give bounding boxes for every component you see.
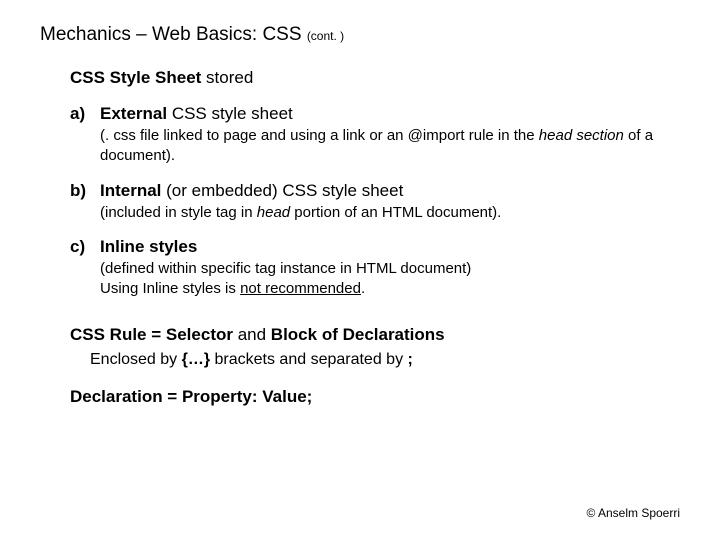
item-a-desc: (. css file linked to page and using a l… <box>100 126 680 167</box>
item-a-label: External CSS style sheet <box>100 104 680 124</box>
item-c-marker: c) <box>70 237 100 257</box>
item-c-row: c) Inline styles (defined within specifi… <box>70 237 680 300</box>
footer-copyright: © Anselm Spoerri <box>586 506 680 520</box>
list-item-a: a) External CSS style sheet (. css file … <box>70 104 680 167</box>
item-b-label-bold: Internal <box>100 181 161 200</box>
subheading-bold: CSS Style Sheet <box>70 68 201 87</box>
item-a-label-rest: CSS style sheet <box>167 104 293 123</box>
slide-page: Mechanics – Web Basics: CSS (cont. ) CSS… <box>0 0 720 540</box>
slide-title: Mechanics – Web Basics: CSS (cont. ) <box>40 24 680 46</box>
item-b-row: b) Internal (or embedded) CSS style shee… <box>70 181 680 223</box>
item-b-desc-italic: head <box>257 204 290 221</box>
item-b-desc-pre: (included in style tag in <box>100 204 257 221</box>
rule-line2-mid: brackets and separated by <box>210 351 407 368</box>
rule-line1-bold1: CSS Rule = Selector <box>70 325 233 344</box>
item-c-desc: (defined within specific tag instance in… <box>100 259 680 300</box>
rule-line1-mid: and <box>233 325 271 344</box>
declaration-line: Declaration = Property: Value; <box>70 387 680 407</box>
item-c-body: Inline styles (defined within specific t… <box>100 237 680 300</box>
item-b-desc-post: portion of an HTML document). <box>290 204 501 221</box>
item-a-row: a) External CSS style sheet (. css file … <box>70 104 680 167</box>
content-section: CSS Style Sheet stored a) External CSS s… <box>70 68 680 407</box>
title-main: Mechanics – Web Basics: CSS <box>40 24 302 45</box>
title-cont: (cont. ) <box>307 29 344 43</box>
rule-line2-pre: Enclosed by <box>90 351 182 368</box>
item-b-body: Internal (or embedded) CSS style sheet (… <box>100 181 680 223</box>
rule-line1: CSS Rule = Selector and Block of Declara… <box>70 325 680 345</box>
css-rule-block: CSS Rule = Selector and Block of Declara… <box>70 325 680 369</box>
item-c-desc-underline: not recommended <box>240 280 361 297</box>
item-c-label-bold: Inline styles <box>100 237 197 256</box>
item-a-marker: a) <box>70 104 100 124</box>
rule-line2: Enclosed by {…} brackets and separated b… <box>90 351 680 369</box>
list-item-c: c) Inline styles (defined within specifi… <box>70 237 680 300</box>
item-b-marker: b) <box>70 181 100 201</box>
item-c-desc-line1: (defined within specific tag instance in… <box>100 260 471 277</box>
item-b-label-rest: (or embedded) CSS style sheet <box>161 181 403 200</box>
rule-line1-bold2: Block of Declarations <box>271 325 445 344</box>
item-b-label: Internal (or embedded) CSS style sheet <box>100 181 680 201</box>
subheading-rest: stored <box>201 68 253 87</box>
item-c-desc-end: . <box>361 280 365 297</box>
item-a-body: External CSS style sheet (. css file lin… <box>100 104 680 167</box>
rule-line2-b1: {…} <box>182 351 210 368</box>
item-c-label: Inline styles <box>100 237 680 257</box>
item-b-desc: (included in style tag in head portion o… <box>100 203 680 223</box>
subheading: CSS Style Sheet stored <box>70 68 680 88</box>
item-c-desc-line2-pre: Using Inline styles is <box>100 280 240 297</box>
list-item-b: b) Internal (or embedded) CSS style shee… <box>70 181 680 223</box>
item-a-desc-italic: head section <box>539 127 624 144</box>
item-a-desc-pre: (. css file linked to page and using a l… <box>100 127 539 144</box>
item-a-label-bold: External <box>100 104 167 123</box>
rule-line2-b2: ; <box>408 351 413 368</box>
